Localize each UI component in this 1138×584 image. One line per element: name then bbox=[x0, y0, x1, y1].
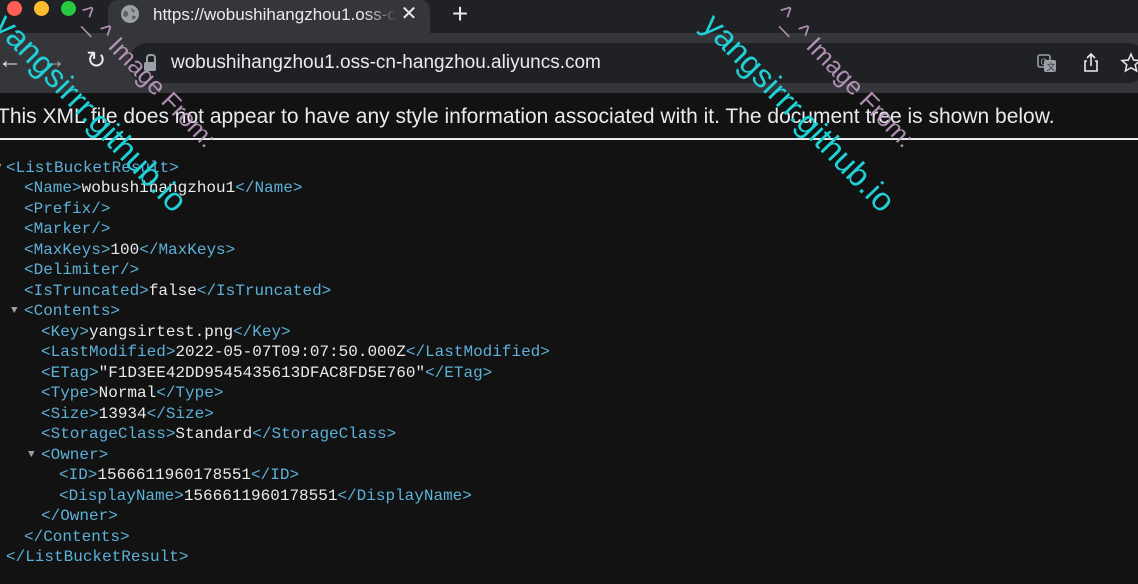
xml-tag: <StorageClass> bbox=[41, 425, 176, 443]
xml-value: 1566611960178551 bbox=[97, 466, 252, 484]
xml-tag: <Marker/> bbox=[24, 220, 111, 238]
xml-tag: </Size> bbox=[146, 405, 214, 423]
xml-line-key: <Key>yangsirtest.png</Key> bbox=[41, 322, 291, 342]
reload-button[interactable]: ↻ bbox=[82, 47, 110, 75]
xml-line-owner-open: <Owner> bbox=[41, 445, 108, 465]
page-content: This XML file does not appear to have an… bbox=[0, 93, 1138, 584]
xml-value: yangsirtest.png bbox=[89, 323, 234, 341]
xml-value: wobushihangzhou1 bbox=[81, 179, 236, 197]
xml-tag: <Name> bbox=[24, 179, 82, 197]
xml-line-storageclass: <StorageClass>Standard</StorageClass> bbox=[41, 424, 396, 444]
xml-line-contents-open: <Contents> bbox=[24, 301, 120, 321]
collapse-toggle-icon[interactable]: ▼ bbox=[11, 301, 18, 321]
xml-tag: <IsTruncated> bbox=[24, 282, 149, 300]
xml-line-delimiter: <Delimiter/> bbox=[24, 260, 139, 280]
xml-tag: <Delimiter/> bbox=[24, 261, 140, 279]
svg-text:文: 文 bbox=[1047, 61, 1056, 73]
back-button[interactable]: ← bbox=[0, 47, 24, 75]
xml-info-text: This XML file does not appear to have an… bbox=[0, 105, 1055, 128]
browser-toolbar: ← → ↻ wobushihangzhou1.oss-cn-hangzhou.a… bbox=[0, 33, 1138, 93]
xml-tag: <LastModified> bbox=[41, 343, 176, 361]
xml-line-prefix: <Prefix/> bbox=[24, 199, 110, 219]
collapse-toggle-icon[interactable]: ▼ bbox=[28, 445, 35, 465]
xml-tag: <ListBucketResult> bbox=[6, 159, 179, 177]
xml-value: 2022-05-07T09:07:50.000Z bbox=[175, 343, 406, 361]
share-icon[interactable] bbox=[1080, 52, 1102, 74]
tab-strip: https://wobushihangzhou1.oss-cn-hangzhou… bbox=[0, 0, 1138, 33]
xml-tag: </IsTruncated> bbox=[196, 282, 332, 300]
address-url[interactable]: wobushihangzhou1.oss-cn-hangzhou.aliyunc… bbox=[171, 52, 601, 74]
xml-line-istruncated: <IsTruncated>false</IsTruncated> bbox=[24, 281, 331, 301]
forward-button[interactable]: → bbox=[40, 47, 68, 75]
xml-tag: <ID> bbox=[59, 466, 98, 484]
xml-line-name: <Name>wobushihangzhou1</Name> bbox=[24, 178, 302, 198]
xml-tag: <Key> bbox=[41, 323, 90, 341]
xml-line-maxkeys: <MaxKeys>100</MaxKeys> bbox=[24, 240, 235, 260]
browser-tab[interactable]: https://wobushihangzhou1.oss-cn-hangzhou… bbox=[108, 0, 430, 33]
xml-line-owner-close: </Owner> bbox=[41, 506, 118, 526]
new-tab-button[interactable]: + bbox=[446, 0, 474, 28]
xml-info-banner: This XML file does not appear to have an… bbox=[0, 105, 1138, 139]
xml-tag: </ListBucketResult> bbox=[6, 548, 189, 566]
globe-icon bbox=[121, 5, 139, 23]
xml-tag: </Type> bbox=[156, 384, 224, 402]
address-bar[interactable]: wobushihangzhou1.oss-cn-hangzhou.aliyunc… bbox=[128, 43, 1138, 83]
xml-line-marker: <Marker/> bbox=[24, 219, 110, 239]
xml-tag: <ETag> bbox=[41, 364, 99, 382]
xml-tag: <MaxKeys> bbox=[24, 241, 111, 259]
xml-line-root-open: <ListBucketResult> bbox=[6, 158, 179, 178]
window-zoom-button[interactable] bbox=[61, 1, 76, 16]
xml-value: false bbox=[148, 282, 197, 300]
xml-tag: </LastModified> bbox=[405, 343, 550, 361]
xml-tag: </Name> bbox=[235, 179, 303, 197]
translate-icon[interactable]: G 文 bbox=[1036, 52, 1058, 74]
info-divider bbox=[0, 138, 1138, 140]
lock-icon[interactable] bbox=[143, 54, 157, 72]
xml-tag: </StorageClass> bbox=[252, 425, 397, 443]
xml-tag: <Owner> bbox=[41, 446, 109, 464]
tab-close-icon[interactable]: ✕ bbox=[398, 3, 420, 25]
xml-tag: </MaxKeys> bbox=[139, 241, 236, 259]
xml-tag: </Contents> bbox=[24, 528, 130, 546]
xml-tag: <Size> bbox=[41, 405, 99, 423]
xml-tag: <Type> bbox=[41, 384, 99, 402]
window-minimize-button[interactable] bbox=[34, 1, 49, 16]
xml-tag: </ID> bbox=[251, 466, 300, 484]
xml-tag: <Contents> bbox=[24, 302, 121, 320]
xml-line-displayname: <DisplayName>1566611960178551</DisplayNa… bbox=[59, 486, 472, 506]
xml-tag: </ETag> bbox=[425, 364, 493, 382]
xml-value: "F1D3EE42DD9545435613DFAC8FD5E760" bbox=[98, 364, 426, 382]
xml-line-etag: <ETag>"F1D3EE42DD9545435613DFAC8FD5E760"… bbox=[41, 363, 492, 383]
tab-title: https://wobushihangzhou1.oss-cn-hangzhou… bbox=[153, 5, 398, 24]
xml-value: Normal bbox=[98, 384, 157, 402]
xml-tag: <Prefix/> bbox=[24, 200, 111, 218]
xml-tag: <DisplayName> bbox=[59, 487, 184, 505]
xml-tag: </DisplayName> bbox=[337, 487, 472, 505]
xml-line-id: <ID>1566611960178551</ID> bbox=[59, 465, 299, 485]
xml-value: Standard bbox=[175, 425, 253, 443]
xml-value: 13934 bbox=[98, 405, 147, 423]
xml-tag: </Owner> bbox=[41, 507, 118, 525]
xml-line-type: <Type>Normal</Type> bbox=[41, 383, 223, 403]
xml-tag: </Key> bbox=[233, 323, 291, 341]
xml-line-root-close: </ListBucketResult> bbox=[6, 547, 188, 567]
xml-line-contents-close: </Contents> bbox=[24, 527, 130, 547]
window-close-button[interactable] bbox=[7, 1, 22, 16]
collapse-toggle-icon[interactable]: ▼ bbox=[0, 158, 2, 178]
xml-line-lastmodified: <LastModified>2022-05-07T09:07:50.000Z</… bbox=[41, 342, 550, 362]
xml-value: 100 bbox=[110, 241, 140, 259]
star-icon[interactable] bbox=[1120, 52, 1138, 74]
xml-line-size: <Size>13934</Size> bbox=[41, 404, 214, 424]
xml-value: 1566611960178551 bbox=[183, 487, 338, 505]
